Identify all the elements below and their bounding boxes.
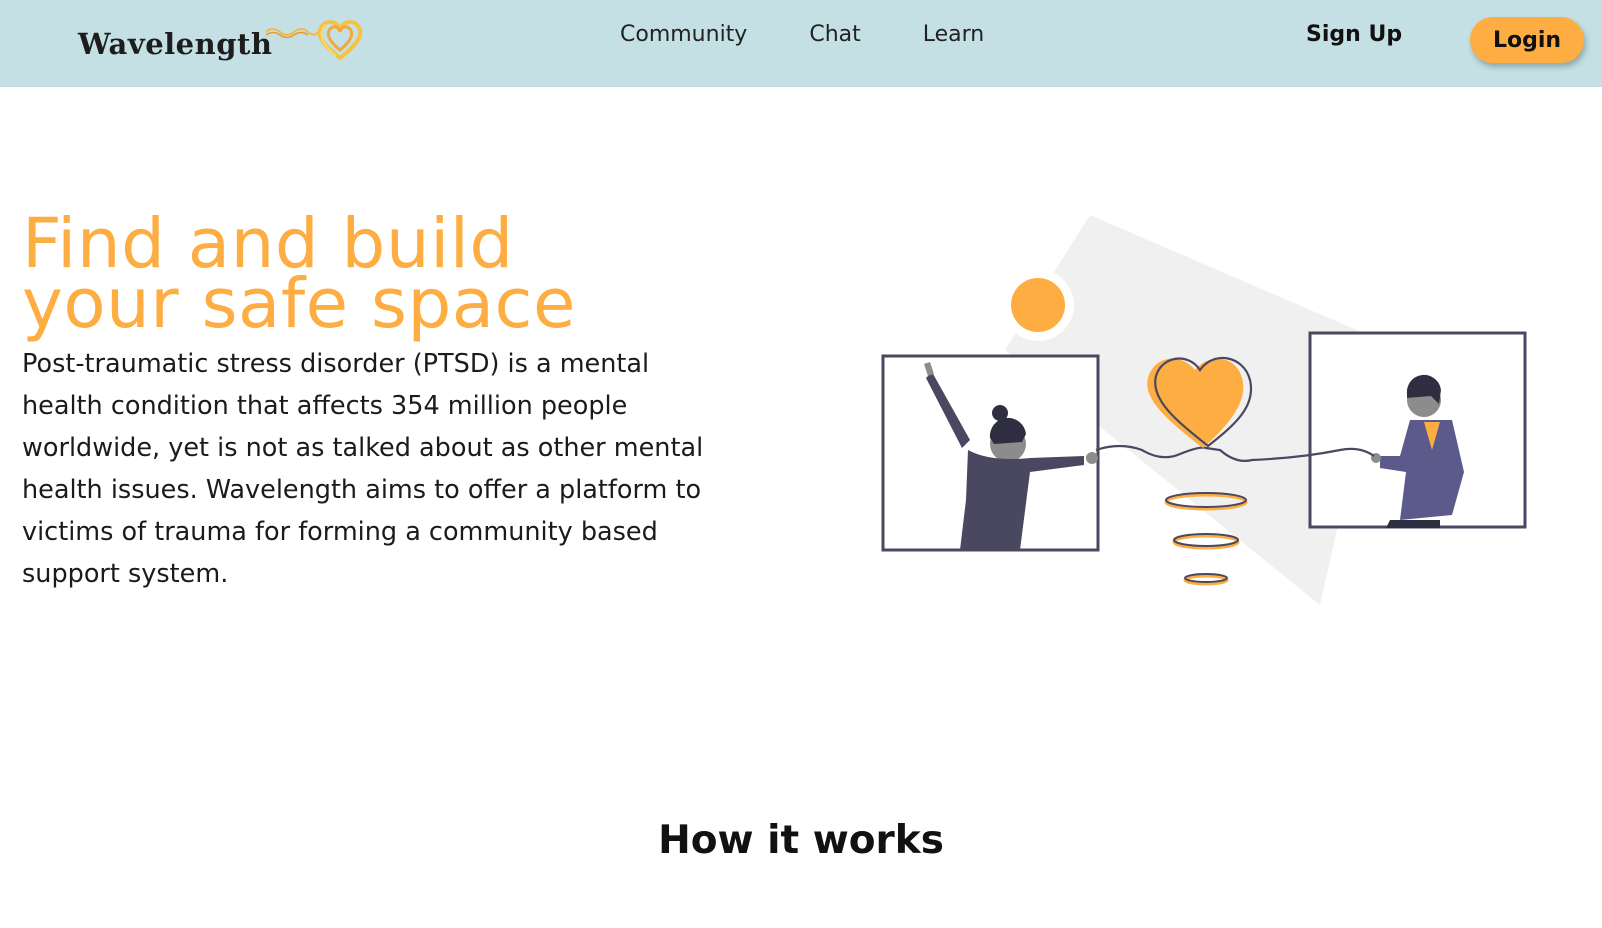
nav-chat-link[interactable]: Chat [809,22,860,47]
login-button[interactable]: Login [1470,17,1584,63]
hero-title: Find and build your safe space [22,210,576,344]
hero-description: Post-traumatic stress disorder (PTSD) is… [22,349,704,589]
hero-title-line-2: your safe space [22,264,576,344]
how-it-works-heading: How it works [658,818,944,863]
sign-up-link[interactable]: Sign Up [1306,22,1402,47]
connection-heart-illustration [881,215,1527,605]
double-heart-icon [266,20,363,61]
top-navbar: Wavelength Community Chat Learn Sign Up … [0,0,1602,87]
nav-learn-link[interactable]: Learn [923,22,985,47]
main-nav: Community Chat Learn [620,22,984,47]
brand-name: Wavelength [78,27,273,61]
site-logo[interactable]: Wavelength [78,10,366,70]
nav-community-link[interactable]: Community [620,22,747,47]
